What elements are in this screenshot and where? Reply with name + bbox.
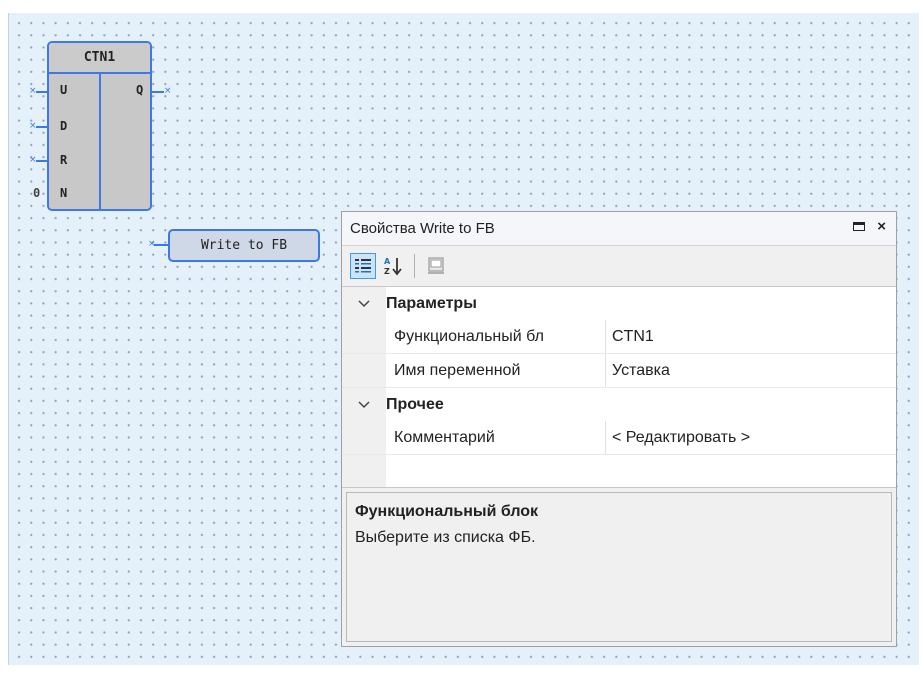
category-row-other[interactable]: Прочее: [342, 388, 896, 421]
property-value[interactable]: < Редактировать >: [606, 421, 750, 454]
property-row-function-block[interactable]: Функциональный бл CTN1: [342, 320, 896, 354]
input-port-n[interactable]: N: [60, 186, 67, 200]
property-name: Комментарий: [342, 421, 606, 454]
property-value[interactable]: CTN1: [606, 320, 654, 353]
property-row-variable-name[interactable]: Имя переменной Уставка: [342, 354, 896, 388]
wire-stub-q: [152, 91, 164, 93]
unconnected-x-icon: ×: [164, 86, 172, 96]
panel-header: Свойства Write to FB ×: [342, 212, 896, 246]
chevron-down-icon[interactable]: [342, 400, 386, 409]
property-row-comment[interactable]: Комментарий < Редактировать >: [342, 421, 896, 455]
maximize-icon[interactable]: [853, 222, 866, 231]
property-name: Функциональный бл: [342, 320, 606, 353]
property-value[interactable]: Уставка: [606, 354, 670, 387]
constant-value-n[interactable]: 0: [33, 186, 40, 200]
properties-panel: Свойства Write to FB × A Z Параметры Фун…: [341, 211, 897, 647]
categorized-icon: [355, 259, 371, 273]
input-port-r[interactable]: R: [60, 153, 67, 167]
unconnected-x-icon: ×: [148, 239, 156, 249]
function-block-title: CTN1: [49, 43, 150, 74]
categorized-button[interactable]: [350, 253, 376, 279]
panel-title: Свойства Write to FB: [350, 220, 495, 237]
property-pages-icon: [428, 257, 444, 274]
sort-az-icon: A Z: [384, 257, 402, 276]
wire-stub-r: [36, 160, 47, 162]
description-title: Функциональный блок: [355, 503, 539, 520]
block-divider: [99, 72, 101, 209]
property-pages-button[interactable]: [423, 253, 449, 279]
wire-stub-d: [36, 126, 47, 128]
toolbar-separator: [414, 254, 415, 278]
category-label: Параметры: [386, 294, 477, 312]
property-grid: Параметры Функциональный бл CTN1 Имя пер…: [342, 287, 896, 488]
property-name: Имя переменной: [342, 354, 606, 387]
chevron-down-icon[interactable]: [342, 299, 386, 308]
category-label: Прочее: [386, 395, 444, 413]
write-to-fb-block[interactable]: Write to FB: [168, 229, 320, 262]
wire-stub-write: [154, 244, 168, 246]
alphabetical-button[interactable]: A Z: [380, 253, 406, 279]
input-port-u[interactable]: U: [60, 83, 67, 97]
unconnected-x-icon: ×: [29, 86, 37, 96]
input-port-d[interactable]: D: [60, 119, 67, 133]
wire-stub-u: [36, 91, 47, 93]
svg-text:A: A: [384, 257, 391, 266]
description-text: Выберите из списка ФБ.: [355, 529, 536, 546]
category-row-parameters[interactable]: Параметры: [342, 287, 896, 320]
svg-text:Z: Z: [384, 267, 390, 276]
close-icon[interactable]: ×: [877, 219, 886, 234]
write-block-label: Write to FB: [200, 238, 288, 253]
unconnected-x-icon: ×: [29, 155, 37, 165]
panel-toolbar: A Z: [342, 246, 896, 287]
description-pane: Функциональный блок Выберите из списка Ф…: [346, 492, 892, 642]
output-port-q[interactable]: Q: [136, 83, 143, 97]
unconnected-x-icon: ×: [29, 121, 37, 131]
